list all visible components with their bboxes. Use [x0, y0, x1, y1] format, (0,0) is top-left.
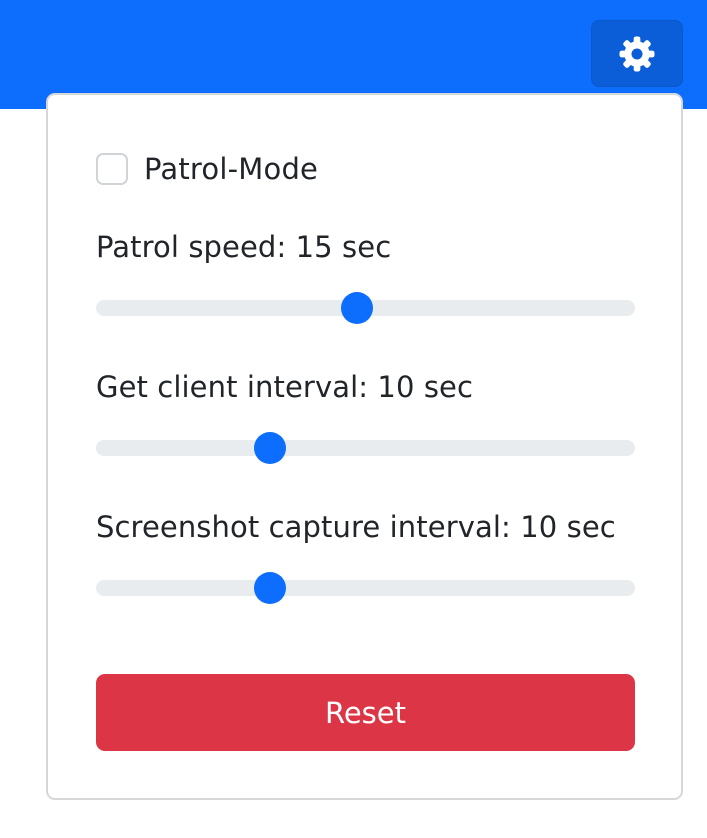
get-client-interval-slider-thumb[interactable] [254, 432, 287, 464]
get-client-interval-setting: Get client interval: 10 sec [96, 369, 635, 464]
patrol-speed-slider[interactable] [96, 292, 635, 324]
settings-panel: Patrol-Mode Patrol speed: 15 sec Get cli… [46, 93, 683, 800]
patrol-mode-toggle[interactable]: Patrol-Mode [96, 151, 318, 187]
screenshot-capture-interval-label: Screenshot capture interval: 10 sec [96, 510, 616, 544]
patrol-speed-slider-thumb[interactable] [341, 292, 374, 324]
screenshot-capture-interval-slider[interactable] [96, 572, 635, 604]
settings-button[interactable] [591, 20, 683, 87]
patrol-mode-label: Patrol-Mode [144, 152, 319, 186]
patrol-speed-setting: Patrol speed: 15 sec [96, 229, 635, 324]
patrol-speed-label: Patrol speed: 15 sec [96, 230, 392, 264]
patrol-mode-checkbox[interactable] [96, 153, 128, 185]
gear-icon [619, 36, 655, 71]
get-client-interval-slider[interactable] [96, 432, 635, 464]
screenshot-capture-interval-setting: Screenshot capture interval: 10 sec [96, 509, 635, 604]
screenshot-capture-interval-slider-thumb[interactable] [254, 572, 287, 604]
reset-button[interactable]: Reset [96, 674, 635, 751]
get-client-interval-label: Get client interval: 10 sec [96, 370, 474, 404]
